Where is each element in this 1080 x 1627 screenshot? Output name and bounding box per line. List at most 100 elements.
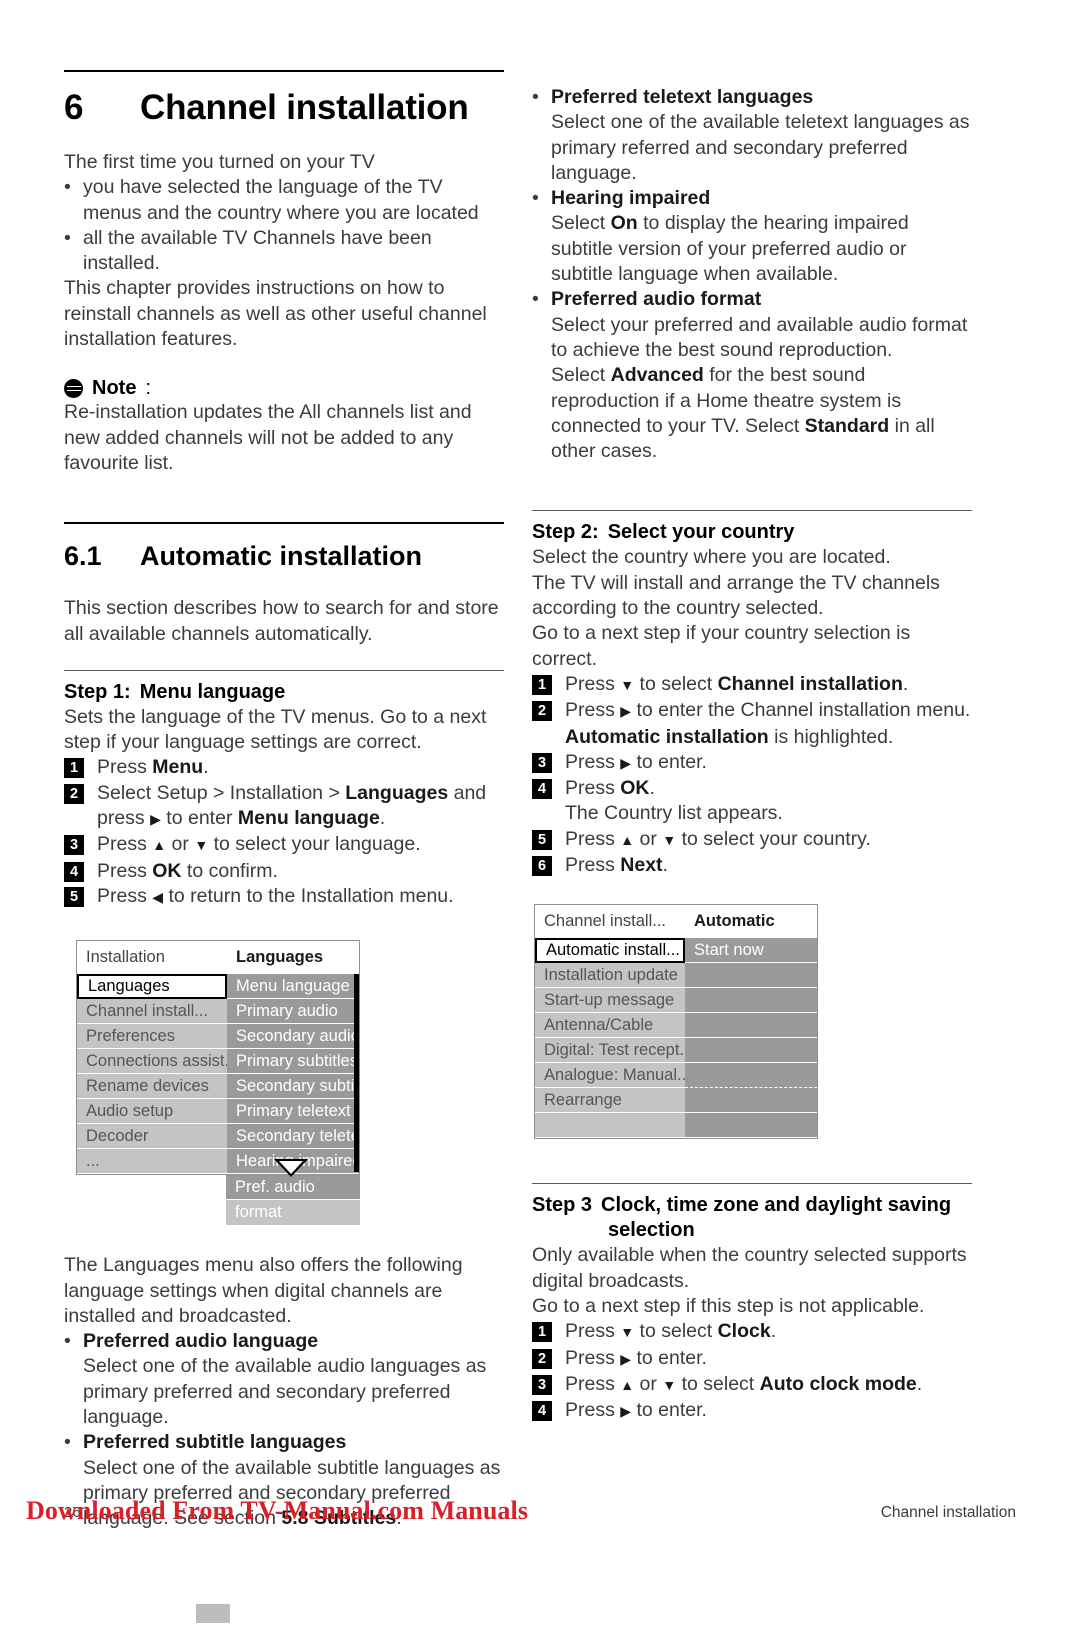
menu-row[interactable]: Installation update (535, 963, 817, 989)
text: is highlighted. (768, 725, 894, 748)
menu-row[interactable]: Channel install... Primary audio (77, 999, 359, 1025)
menu-left-item[interactable]: Audio setup (77, 1099, 227, 1125)
menu-right-item[interactable]: Primary teletext (227, 1099, 359, 1125)
after-menu-text: The Languages menu also offers the follo… (64, 1254, 463, 1327)
text: or (634, 1372, 663, 1395)
manual-page: 6 Channel installation The first time yo… (0, 0, 1080, 1627)
menu-right-item[interactable] (685, 988, 817, 1014)
menu-left-item[interactable]: Connections assist. (77, 1049, 227, 1075)
rc-bullet-teletext-title: Preferred teletext languages (551, 86, 814, 108)
menu-left-item[interactable]: Antenna/Cable (535, 1013, 685, 1039)
rc-bullet-teletext-body: Select one of the available teletext lan… (551, 111, 970, 184)
note-heading: Note: (64, 377, 504, 400)
numbered-step: 5 Press ◀ to return to the Installation m… (64, 884, 504, 910)
menu-row[interactable]: Connections assist. Primary subtitles (77, 1049, 359, 1075)
menu-left-item[interactable]: Languages (77, 974, 227, 1000)
step-number-badge: 4 (532, 1401, 552, 1422)
menu-left-item[interactable]: ... (77, 1149, 227, 1175)
text: to enter. (631, 750, 707, 773)
step1-label: Step 1: (64, 680, 131, 703)
menu-right-item[interactable] (685, 1088, 817, 1114)
step-text: Press Menu. (97, 755, 504, 780)
text: . (902, 672, 909, 695)
menu-left-item[interactable]: Decoder (77, 1124, 227, 1150)
menu-right-item[interactable]: Primary audio (227, 999, 359, 1025)
numbered-step: 2 Press ▶ to enter the Channel installati… (532, 698, 972, 724)
menu2-header-left: Channel install... (535, 905, 685, 939)
menu-row[interactable]: DecoderSecondary teletext (77, 1124, 359, 1150)
text: Press (565, 854, 621, 877)
step-number-badge: 1 (532, 674, 552, 695)
menu-header-row: Installation Languages (77, 941, 359, 975)
bullet-dot: • (64, 226, 71, 249)
menu-right-item[interactable]: Primary subtitles (227, 1049, 359, 1075)
step-number-badge: 3 (64, 835, 84, 856)
menu-right-item[interactable]: Menu language (227, 974, 359, 1000)
step-text: Press ▶ to enter. (565, 1346, 972, 1372)
bullet-dot: • (64, 176, 71, 199)
menu-right-item[interactable] (685, 1013, 817, 1039)
menu-right-item[interactable] (685, 1113, 817, 1139)
menu-left-item[interactable]: Start-up message (535, 988, 685, 1014)
menu-row[interactable]: Languages Menu language (77, 974, 359, 1000)
step-number-badge: 6 (532, 856, 552, 877)
menu-row[interactable]: Automatic install... Start now (535, 938, 817, 964)
text: . (770, 1320, 777, 1343)
numbered-step: 1 Press ▼ to select Clock. (532, 1319, 972, 1345)
numbered-step: 3 Press ▲ or ▼ to select your language. (64, 832, 504, 858)
menu-left-item[interactable]: Automatic install... (535, 938, 685, 964)
menu-left-item[interactable]: Installation update (535, 963, 685, 989)
text: Select Setup > Installation > (97, 781, 346, 804)
menu-left-item[interactable]: Rename devices (77, 1074, 227, 1100)
running-head: Channel installation (880, 1504, 1016, 1521)
emphasis: Menu language (237, 807, 380, 830)
direction-arrow-icon: ▶ (620, 754, 632, 771)
menu-row[interactable] (535, 1113, 817, 1139)
menu-row[interactable]: Audio setup Primary teletext (77, 1099, 359, 1125)
step-text: Press ▼ to select Channel installation. (565, 672, 972, 698)
menu-row[interactable]: Rearrange (535, 1088, 817, 1114)
step2-intro: Select the country where you are located… (532, 545, 972, 671)
menu-row[interactable]: Start-up message (535, 988, 817, 1014)
menu-left-item[interactable]: Analogue: Manual... (535, 1063, 685, 1089)
menu-row[interactable]: ... Hearing impaired (77, 1149, 359, 1175)
menu-right-item[interactable] (685, 963, 817, 989)
step-number-badge: 2 (532, 701, 552, 722)
note-label: Note (92, 377, 137, 400)
text: to enter the Channel installation menu. (631, 699, 971, 722)
direction-arrow-icon: ▲ (620, 1376, 635, 1393)
menu-row[interactable]: Antenna/Cable (535, 1013, 817, 1039)
menu-right-item[interactable] (685, 1038, 817, 1064)
menu-left-item[interactable]: Rearrange (535, 1088, 685, 1114)
text: Select your preferred and available audi… (551, 313, 968, 361)
menu-header-right: Languages (227, 941, 359, 975)
direction-arrow-icon: ▼ (194, 837, 209, 854)
step2-label: Step 2: (532, 521, 599, 544)
intro-bullet-1: • you have selected the language of the … (64, 175, 504, 226)
chevron-down-inner (279, 1161, 303, 1175)
menu-right-item[interactable]: Secondary audio (227, 1024, 359, 1050)
menu-left-item[interactable] (535, 1113, 685, 1139)
menu-left-item[interactable]: Preferences (77, 1024, 227, 1050)
text: . (916, 1372, 923, 1395)
menu-row[interactable]: Preferences Secondary audio (77, 1024, 359, 1050)
menu-row[interactable]: Analogue: Manual... (535, 1063, 817, 1089)
menu-right-item[interactable]: Start now (685, 938, 817, 964)
menu-left-item[interactable]: Channel install... (77, 999, 227, 1025)
menu-right-item[interactable]: Secondary subtitl.. (227, 1074, 359, 1100)
step-number-badge: 1 (64, 758, 84, 779)
menu-row[interactable]: Digital: Test recept... (535, 1038, 817, 1064)
text: Select (551, 364, 611, 387)
step-number-badge: 5 (532, 829, 552, 850)
bullet-dot: • (64, 1431, 71, 1454)
menu-right-item[interactable]: Secondary teletext (227, 1124, 359, 1150)
lang-bullet-audio-title: Preferred audio language (83, 1330, 319, 1353)
menu-scrollbar[interactable] (354, 974, 359, 1173)
text: to return to the Installation menu. (163, 884, 454, 907)
numbered-step: 3 Press ▲ or ▼ to select Auto clock mode. (532, 1372, 972, 1398)
menu-row[interactable]: Rename devices Secondary subtitl.. (77, 1074, 359, 1100)
menu-left-item[interactable]: Digital: Test recept... (535, 1038, 685, 1064)
menu-overflow-label: Pref. audio format (226, 1175, 360, 1221)
menu-right-item[interactable] (685, 1063, 817, 1089)
rc-bullet-audiofmt-body2: Select Advanced for the best sound repro… (532, 363, 972, 464)
